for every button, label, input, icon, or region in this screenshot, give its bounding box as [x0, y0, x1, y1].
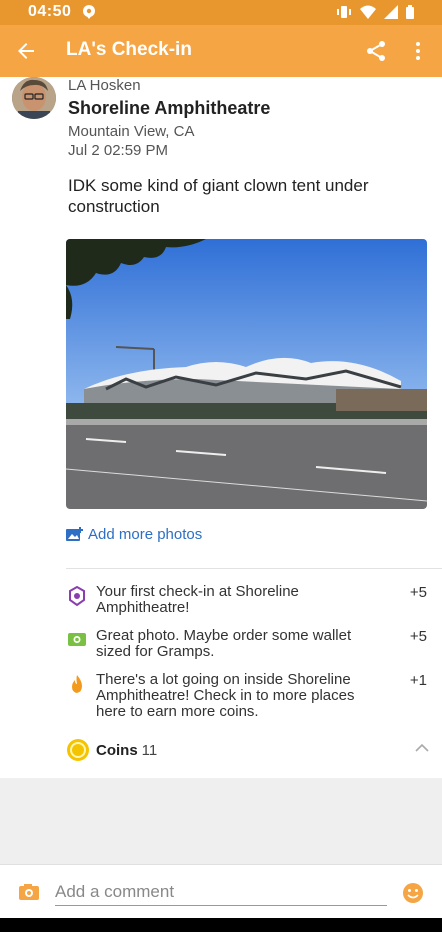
- user-name[interactable]: LA Hosken: [68, 77, 141, 94]
- share-icon[interactable]: [364, 39, 388, 63]
- back-arrow-icon[interactable]: [14, 39, 38, 63]
- reward-text: There's a lot going on inside Shoreline …: [96, 671, 355, 720]
- wifi-icon: [360, 5, 376, 19]
- flame-icon: [66, 674, 88, 694]
- venue-name[interactable]: Shoreline Amphitheatre: [68, 98, 270, 119]
- coins-label: Coins: [96, 741, 138, 759]
- reward-text: Your first check-in at Shoreline Amphith…: [96, 583, 299, 616]
- checkin-date: Jul 2 02:59 PM: [68, 142, 169, 159]
- coins-count: 11: [141, 741, 158, 759]
- reward-text: Great photo. Maybe order some wallet siz…: [96, 627, 352, 660]
- add-photos-label: Add more photos: [88, 526, 203, 543]
- first-checkin-icon: [66, 585, 88, 607]
- location-pin-icon: [82, 5, 96, 24]
- checkin-shout: IDK some kind of giant clown tent under …: [68, 176, 369, 216]
- chevron-up-icon[interactable]: [414, 741, 430, 755]
- status-time: 04:50: [28, 3, 72, 20]
- status-bar: 04:50: [0, 0, 442, 25]
- checkin-card: LA Hosken Shoreline Amphitheatre Mountai…: [0, 77, 442, 778]
- app-bar: LA's Check-in: [0, 25, 442, 77]
- sticker-icon[interactable]: [402, 882, 424, 909]
- system-nav-bar: [0, 918, 442, 932]
- coins-summary[interactable]: Coins 11: [66, 738, 157, 762]
- add-photo-icon: [66, 526, 83, 541]
- camera-icon[interactable]: [18, 883, 40, 906]
- overflow-menu-icon[interactable]: [408, 39, 428, 63]
- coin-icon: [67, 739, 89, 761]
- venue-city: Mountain View, CA: [68, 123, 195, 140]
- reward-points: +5: [409, 584, 427, 601]
- comment-bar: [0, 864, 442, 919]
- checkin-photo[interactable]: [66, 239, 427, 509]
- divider: [66, 568, 442, 569]
- battery-icon: [406, 5, 414, 19]
- cell-signal-icon: [384, 5, 398, 19]
- page-title: LA's Check-in: [66, 39, 192, 60]
- reward-points: +1: [409, 672, 427, 689]
- comment-input[interactable]: [55, 879, 387, 906]
- photo-reward-icon: [66, 630, 88, 650]
- add-photos-button[interactable]: Add more photos: [66, 526, 202, 543]
- reward-points: +5: [409, 628, 427, 645]
- avatar[interactable]: [12, 77, 56, 119]
- vibrate-icon: [337, 6, 351, 18]
